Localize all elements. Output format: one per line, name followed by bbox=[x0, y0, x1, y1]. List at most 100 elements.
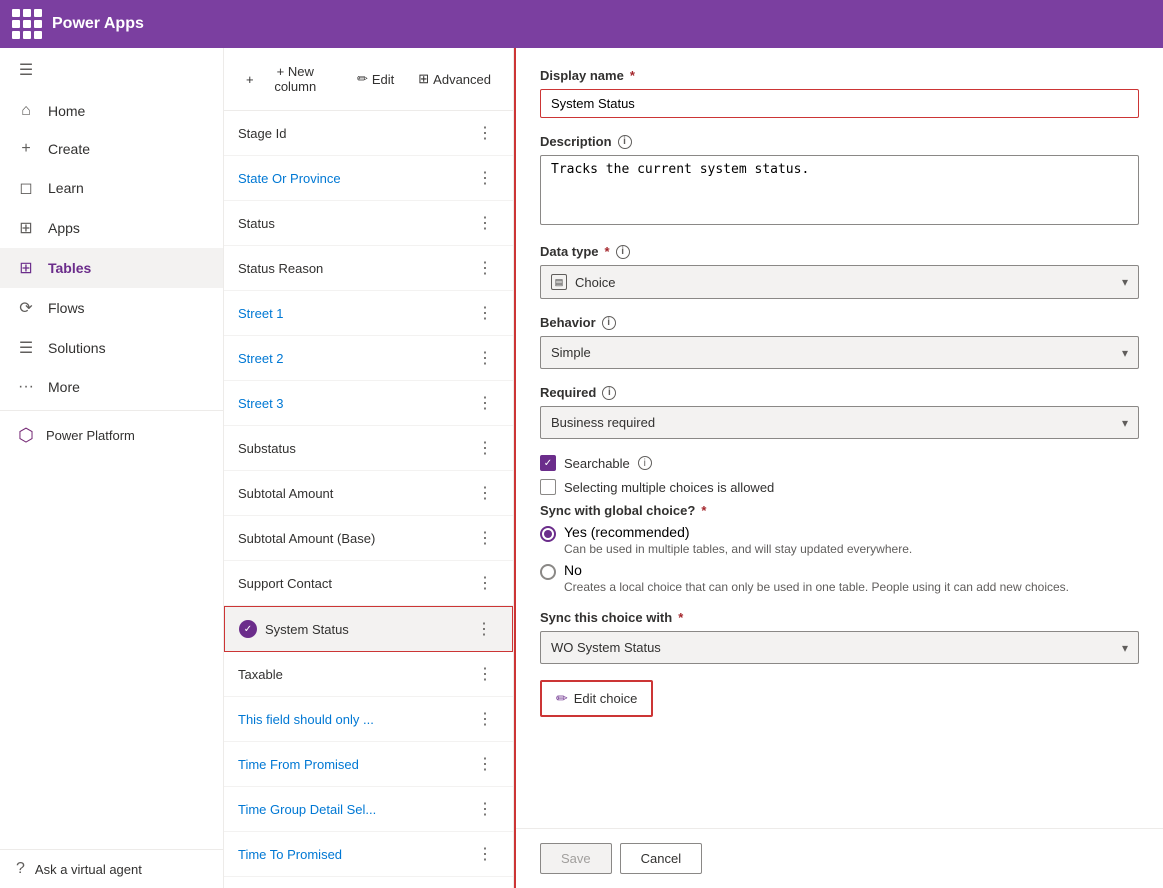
sidebar-item-create[interactable]: + Create bbox=[0, 130, 223, 168]
description-textarea[interactable]: Tracks the current system status. bbox=[540, 155, 1139, 225]
required-asterisk: * bbox=[605, 244, 610, 259]
table-row[interactable]: Status ⋮ bbox=[224, 201, 513, 246]
sidebar-item-home[interactable]: ⌂ Home bbox=[0, 92, 223, 130]
row-more-icon[interactable]: ⋮ bbox=[471, 571, 499, 595]
table-row[interactable]: Time To Promised ⋮ bbox=[224, 832, 513, 877]
sync-choice-label: Sync this choice with * bbox=[540, 610, 1139, 625]
table-row[interactable]: Time Window End ⋮ bbox=[224, 877, 513, 888]
sidebar: ☰ ⌂ Home + Create ◻ Learn ⊞ Apps ⊞ Table… bbox=[0, 48, 224, 888]
panel-footer: Save Cancel bbox=[516, 828, 1163, 888]
row-name: Time Group Detail Sel... bbox=[238, 802, 376, 817]
sidebar-item-apps[interactable]: ⊞ Apps bbox=[0, 208, 223, 248]
table-row[interactable]: Stage Id ⋮ bbox=[224, 111, 513, 156]
chevron-down-icon: ▾ bbox=[1122, 346, 1128, 360]
learn-icon: ◻ bbox=[16, 178, 36, 198]
searchable-info-icon[interactable]: i bbox=[638, 456, 652, 470]
behavior-field-group: Behavior i Simple ▾ bbox=[540, 315, 1139, 369]
table-row[interactable]: Subtotal Amount ⋮ bbox=[224, 471, 513, 516]
table-row[interactable]: This field should only ... ⋮ bbox=[224, 697, 513, 742]
data-type-info-icon[interactable]: i bbox=[616, 245, 630, 259]
table-row[interactable]: Street 2 ⋮ bbox=[224, 336, 513, 381]
cancel-button[interactable]: Cancel bbox=[620, 843, 702, 874]
advanced-label: Advanced bbox=[433, 72, 491, 87]
row-more-icon[interactable]: ⋮ bbox=[471, 797, 499, 821]
row-more-icon[interactable]: ⋮ bbox=[471, 211, 499, 235]
row-more-icon[interactable]: ⋮ bbox=[471, 391, 499, 415]
row-more-icon[interactable]: ⋮ bbox=[470, 617, 498, 641]
sync-global-field-group: Sync with global choice? * Yes (recommen… bbox=[540, 503, 1139, 594]
searchable-checkbox[interactable]: ✓ bbox=[540, 455, 556, 471]
chevron-down-icon: ▾ bbox=[1122, 275, 1128, 289]
required-asterisk: * bbox=[678, 610, 683, 625]
required-select[interactable]: Business required ▾ bbox=[540, 406, 1139, 439]
edit-button[interactable]: ✏ Edit bbox=[347, 65, 404, 93]
required-asterisk: * bbox=[701, 503, 706, 518]
edit-choice-button[interactable]: ✏ Edit choice bbox=[540, 680, 653, 717]
sidebar-item-tables[interactable]: ⊞ Tables bbox=[0, 248, 223, 288]
table-row[interactable]: Support Contact ⋮ bbox=[224, 561, 513, 606]
sidebar-collapse-btn[interactable]: ☰ bbox=[0, 48, 223, 92]
row-more-icon[interactable]: ⋮ bbox=[471, 166, 499, 190]
sidebar-item-learn[interactable]: ◻ Learn bbox=[0, 168, 223, 208]
row-more-icon[interactable]: ⋮ bbox=[471, 346, 499, 370]
data-type-select[interactable]: ▤ Choice ▾ bbox=[540, 265, 1139, 299]
row-more-icon[interactable]: ⋮ bbox=[471, 256, 499, 280]
required-info-icon[interactable]: i bbox=[602, 386, 616, 400]
sidebar-item-label: More bbox=[48, 379, 80, 395]
radio-yes-label: Yes (recommended) bbox=[564, 524, 912, 540]
table-toolbar: + + New column ✏ Edit ⊞ Advanced bbox=[224, 48, 513, 111]
ask-virtual-agent-item[interactable]: ? Ask a virtual agent bbox=[0, 849, 223, 888]
edit-choice-btn-wrapper: ✏ Edit choice bbox=[540, 680, 1139, 717]
save-button[interactable]: Save bbox=[540, 843, 612, 874]
advanced-button[interactable]: ⊞ Advanced bbox=[408, 65, 501, 93]
row-more-icon[interactable]: ⋮ bbox=[471, 707, 499, 731]
table-row[interactable]: Taxable ⋮ bbox=[224, 652, 513, 697]
row-more-icon[interactable]: ⋮ bbox=[471, 301, 499, 325]
radio-no-row[interactable]: No Creates a local choice that can only … bbox=[540, 562, 1139, 594]
row-more-icon[interactable]: ⋮ bbox=[471, 662, 499, 686]
pencil-icon: ✏ bbox=[357, 71, 368, 87]
sidebar-item-label: Flows bbox=[48, 300, 85, 316]
power-platform-icon: ⬡ bbox=[16, 425, 36, 445]
radio-yes-group: Yes (recommended) Can be used in multipl… bbox=[540, 524, 1139, 556]
sidebar-item-label: Solutions bbox=[48, 340, 106, 356]
table-row[interactable]: Substatus ⋮ bbox=[224, 426, 513, 471]
description-info-icon[interactable]: i bbox=[618, 135, 632, 149]
data-type-field-group: Data type * i ▤ Choice ▾ bbox=[540, 244, 1139, 299]
row-more-icon[interactable]: ⋮ bbox=[471, 752, 499, 776]
row-more-icon[interactable]: ⋮ bbox=[471, 526, 499, 550]
row-more-icon[interactable]: ⋮ bbox=[471, 121, 499, 145]
radio-yes-button[interactable] bbox=[540, 526, 556, 542]
row-name: Street 2 bbox=[238, 351, 284, 366]
radio-no-button[interactable] bbox=[540, 564, 556, 580]
behavior-select[interactable]: Simple ▾ bbox=[540, 336, 1139, 369]
table-row[interactable]: Status Reason ⋮ bbox=[224, 246, 513, 291]
sidebar-item-power-platform[interactable]: ⬡ Power Platform bbox=[0, 415, 223, 455]
table-row[interactable]: Subtotal Amount (Base) ⋮ bbox=[224, 516, 513, 561]
display-name-input[interactable] bbox=[540, 89, 1139, 118]
row-more-icon[interactable]: ⋮ bbox=[471, 481, 499, 505]
multiple-choices-row: Selecting multiple choices is allowed bbox=[540, 479, 1139, 495]
table-row[interactable]: Street 1 ⋮ bbox=[224, 291, 513, 336]
behavior-info-icon[interactable]: i bbox=[602, 316, 616, 330]
radio-yes-row[interactable]: Yes (recommended) Can be used in multipl… bbox=[540, 524, 1139, 556]
multiple-choices-checkbox[interactable] bbox=[540, 479, 556, 495]
table-row[interactable]: Time Group Detail Sel... ⋮ bbox=[224, 787, 513, 832]
row-more-icon[interactable]: ⋮ bbox=[471, 436, 499, 460]
sync-choice-select[interactable]: WO System Status ▾ bbox=[540, 631, 1139, 664]
edit-panel: Display name * Description i Tracks the … bbox=[514, 48, 1163, 888]
sidebar-item-flows[interactable]: ⟳ Flows bbox=[0, 288, 223, 328]
sidebar-item-more[interactable]: ··· More bbox=[0, 368, 223, 406]
table-row-system-status[interactable]: ✓ System Status ⋮ bbox=[224, 606, 513, 652]
table-row[interactable]: Time From Promised ⋮ bbox=[224, 742, 513, 787]
new-column-button[interactable]: + + New column bbox=[236, 58, 343, 100]
table-row[interactable]: State Or Province ⋮ bbox=[224, 156, 513, 201]
searchable-row: ✓ Searchable i bbox=[540, 455, 1139, 471]
row-name: This field should only ... bbox=[238, 712, 374, 727]
radio-no-label: No bbox=[564, 562, 1069, 578]
table-row[interactable]: Street 3 ⋮ bbox=[224, 381, 513, 426]
sidebar-item-solutions[interactable]: ☰ Solutions bbox=[0, 328, 223, 368]
apps-grid-icon[interactable] bbox=[12, 9, 42, 39]
tables-icon: ⊞ bbox=[16, 258, 36, 278]
row-more-icon[interactable]: ⋮ bbox=[471, 842, 499, 866]
